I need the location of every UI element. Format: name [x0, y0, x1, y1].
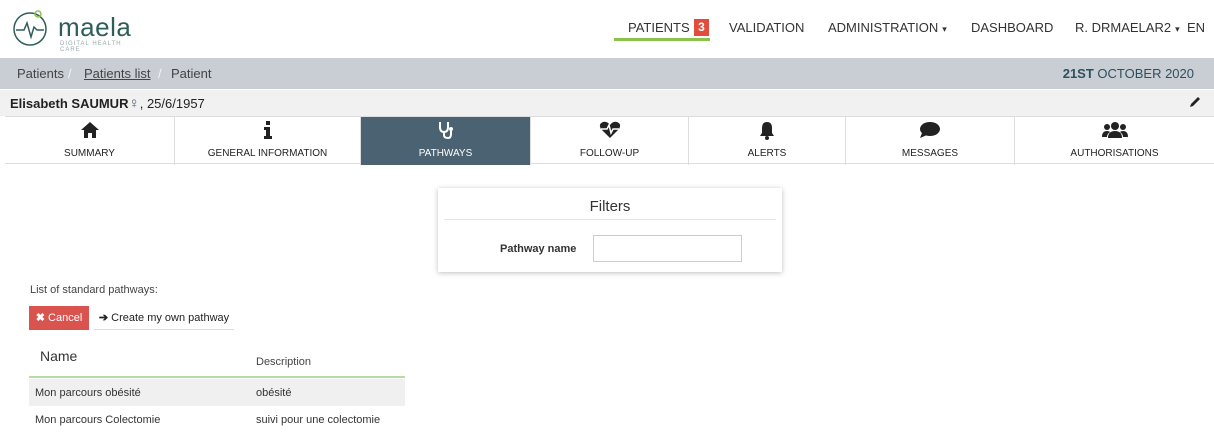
tab-alerts[interactable]: ALERTS	[689, 117, 846, 165]
tab-general-information[interactable]: GENERAL INFORMATION	[175, 117, 361, 165]
current-date: 21ST OCTOBER 2020	[1063, 66, 1194, 81]
column-header-name: Name	[40, 348, 78, 364]
female-icon: ♀	[128, 95, 140, 112]
nav-administration-label: ADMINISTRATION	[828, 20, 939, 35]
pathway-name-input[interactable]	[593, 235, 742, 262]
cancel-label: Cancel	[48, 312, 83, 324]
language-switcher[interactable]: EN	[1187, 20, 1205, 35]
patient-tabs: SUMMARY GENERAL INFORMATION PATHWAYS FOL…	[5, 116, 1214, 165]
patient-birthdate: , 25/6/1957	[139, 96, 205, 111]
filters-title: Filters	[589, 198, 631, 215]
close-icon: ✖	[35, 312, 49, 324]
tab-label: AUTHORISATIONS	[1070, 148, 1159, 159]
patient-name: Elisabeth SAUMUR	[10, 96, 129, 111]
user-menu[interactable]: R. DRMAELAR2 ▾	[1075, 20, 1180, 35]
stethoscope-icon	[438, 122, 453, 139]
pathway-name-cell: Mon parcours obésité	[35, 387, 141, 399]
nav-administration[interactable]: ADMINISTRATION ▾	[828, 20, 947, 35]
pathways-list-title: List of standard pathways:	[30, 284, 158, 296]
table-row[interactable]: Mon parcours obésité obésité	[29, 379, 405, 406]
divider	[444, 219, 776, 220]
pathway-name-label: Pathway name	[500, 243, 577, 255]
chat-icon	[920, 122, 940, 138]
breadcrumb-patients[interactable]: Patients	[17, 66, 64, 81]
tab-label: MESSAGES	[901, 148, 959, 159]
nav-validation[interactable]: VALIDATION	[729, 20, 804, 35]
top-navbar: maela DIGITAL HEALTH CARE PATIENTS 3 VAL…	[0, 0, 1214, 56]
logo-text: maela	[58, 12, 132, 42]
breadcrumb-separator: /	[158, 66, 162, 81]
patient-header: Elisabeth SAUMUR♀, 25/6/1957	[0, 90, 1214, 116]
tab-label: PATHWAYS	[418, 148, 473, 159]
cancel-button[interactable]: ✖ Cancel	[29, 306, 89, 330]
tab-authorisations[interactable]: AUTHORISATIONS	[1015, 117, 1214, 165]
nav-dashboard[interactable]: DASHBOARD	[971, 20, 1053, 35]
tab-messages[interactable]: MESSAGES	[846, 117, 1015, 165]
tab-follow-up[interactable]: FOLLOW-UP	[531, 117, 689, 165]
info-icon	[263, 121, 272, 139]
pathway-name-cell: Mon parcours Colectomie	[35, 414, 161, 426]
users-icon	[1101, 122, 1128, 138]
create-pathway-label: Create my own pathway	[111, 312, 230, 324]
table-header-divider	[29, 376, 405, 378]
tab-label: FOLLOW-UP	[579, 148, 640, 159]
create-pathway-button[interactable]: ➔ Create my own pathway	[94, 306, 234, 330]
heartbeat-icon	[599, 121, 620, 138]
chevron-down-icon: ▾	[1175, 24, 1180, 34]
pathway-description-cell: suivi pour une colectomie	[256, 414, 381, 426]
pencil-icon[interactable]	[1188, 95, 1202, 109]
user-name: R. DRMAELAR2	[1075, 20, 1172, 35]
chevron-down-icon: ▾	[942, 24, 947, 34]
maela-logo[interactable]: maela DIGITAL HEALTH CARE	[10, 6, 140, 53]
patients-count-badge: 3	[694, 19, 709, 36]
tab-pathways[interactable]: PATHWAYS	[361, 117, 531, 165]
arrow-right-icon: ➔	[98, 312, 112, 324]
active-nav-indicator	[614, 38, 710, 41]
logo-tagline: DIGITAL HEALTH CARE	[60, 41, 122, 53]
breadcrumb-patients-list[interactable]: Patients list	[84, 66, 150, 81]
logo-mark-icon	[13, 10, 47, 46]
home-icon	[80, 122, 99, 138]
table-row[interactable]: Mon parcours Colectomie suivi pour une c…	[29, 406, 405, 433]
breadcrumb: Patients / Patients list / Patient 21ST …	[0, 58, 1214, 89]
filters-panel: Filters Pathway name	[438, 188, 782, 272]
nav-patients[interactable]: PATIENTS	[628, 20, 690, 35]
breadcrumb-separator: /	[68, 66, 72, 81]
patient-identity: Elisabeth SAUMUR♀, 25/6/1957	[10, 95, 205, 112]
breadcrumb-patient: Patient	[171, 66, 212, 81]
date-rest: OCTOBER 2020	[1093, 66, 1194, 81]
column-header-description: Description	[256, 356, 312, 368]
pathway-description-cell: obésité	[256, 387, 292, 399]
tab-label: SUMMARY	[64, 148, 115, 159]
tab-summary[interactable]: SUMMARY	[5, 117, 175, 165]
tab-label: ALERTS	[747, 148, 787, 159]
bell-icon	[760, 122, 774, 140]
tab-label: GENERAL INFORMATION	[207, 148, 328, 159]
date-day: 21ST	[1062, 66, 1094, 81]
